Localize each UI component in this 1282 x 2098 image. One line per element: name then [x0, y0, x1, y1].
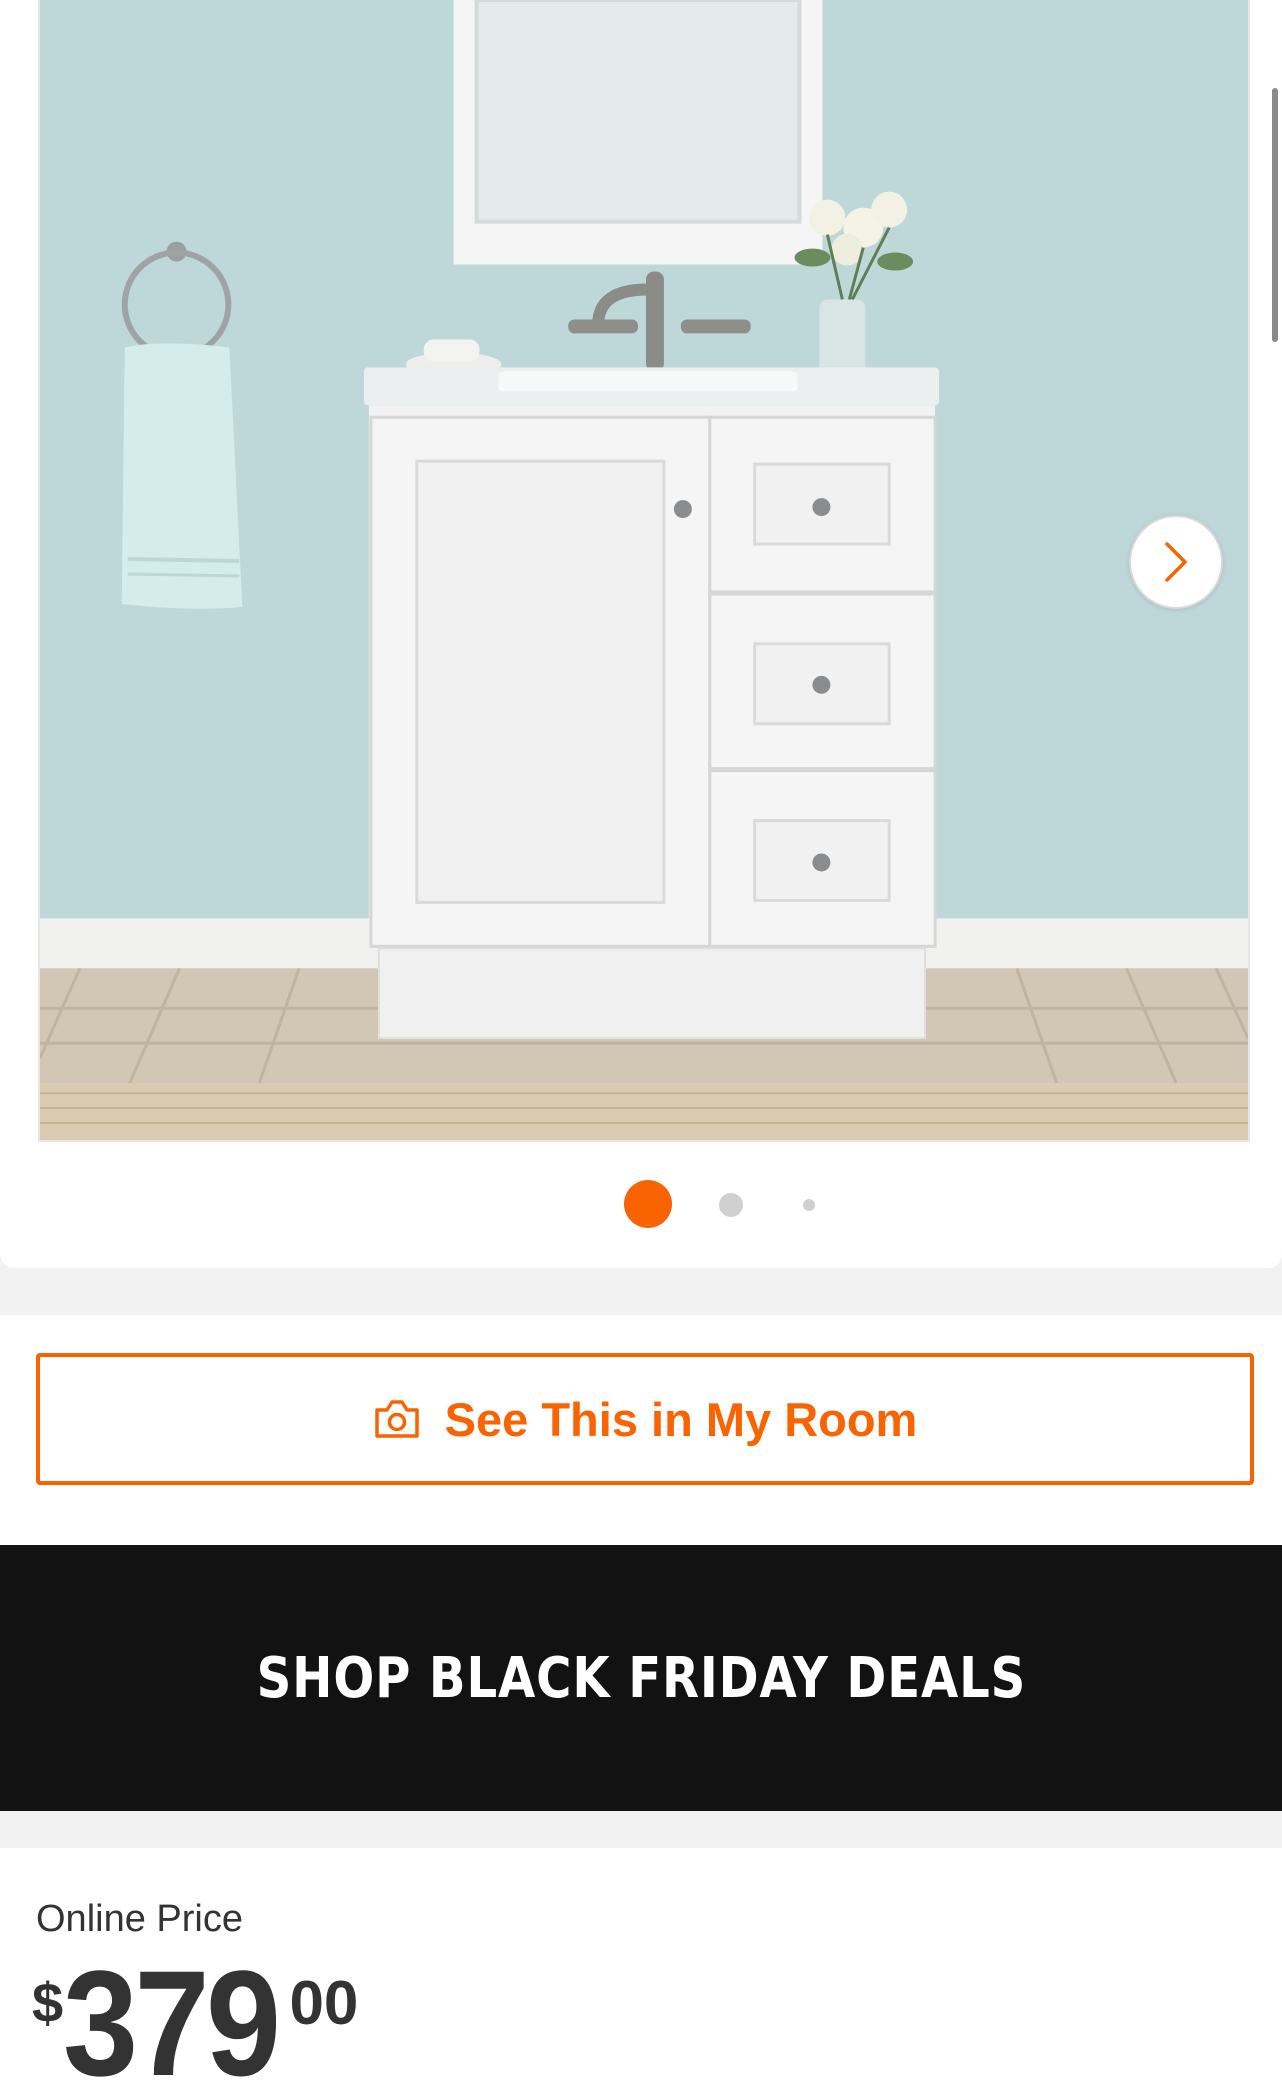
image-gallery [0, 0, 1282, 1268]
black-friday-banner[interactable]: SHOP BLACK FRIDAY DEALS [0, 1545, 1282, 1811]
camera-icon [374, 1400, 419, 1438]
see-in-my-room-label: See This in My Room [444, 1392, 918, 1446]
price-label: Online Price [36, 1898, 243, 1940]
product-page: See This in My Room SHOP BLACK FRIDAY DE… [0, 0, 1282, 2098]
price-currency: $ [32, 1971, 64, 2034]
ar-section: See This in My Room [0, 1315, 1282, 1545]
chevron-right-icon [1165, 542, 1187, 582]
pagination-dot[interactable] [719, 1193, 743, 1217]
gallery-pagination [0, 1180, 1282, 1230]
price-cents: 00 [289, 1969, 359, 2038]
vanity-photo [40, 0, 1248, 1140]
price-dollars: 379 [63, 1939, 281, 2098]
pagination-dot[interactable] [803, 1199, 815, 1211]
scrollbar[interactable] [1272, 88, 1278, 342]
next-image-button[interactable] [1129, 515, 1223, 609]
price-section: Online Price $ 379 00 [0, 1848, 1282, 2098]
see-in-my-room-button[interactable]: See This in My Room [36, 1353, 1254, 1485]
price-value: $ 379 00 [32, 1948, 358, 2098]
product-image[interactable] [38, 0, 1250, 1142]
black-friday-banner-label: SHOP BLACK FRIDAY DEALS [256, 1645, 1026, 1711]
pagination-dot-active[interactable] [624, 1180, 672, 1228]
